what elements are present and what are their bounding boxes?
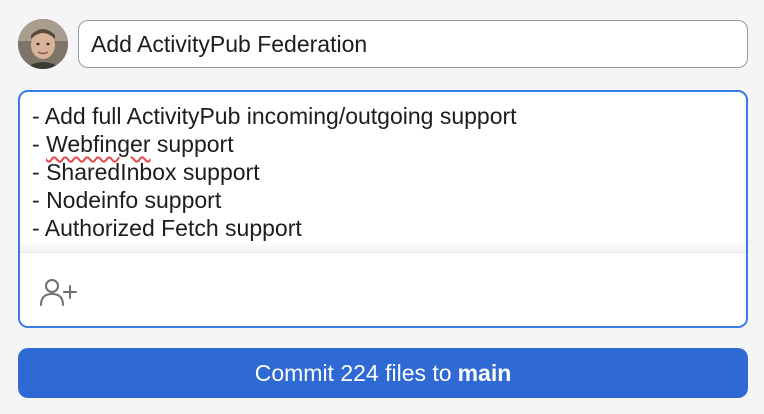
commit-panel: Add ActivityPub Federation - Add full Ac… <box>0 0 764 414</box>
description-line: - SharedInbox support <box>32 159 260 185</box>
spellcheck-word: Webfinger <box>46 131 151 157</box>
commit-description-field[interactable]: - Add full ActivityPub incoming/outgoing… <box>18 90 748 328</box>
summary-row: Add ActivityPub Federation <box>18 18 748 70</box>
commit-button-label: Commit 224 files to <box>254 359 452 386</box>
add-coauthor-icon <box>40 279 77 306</box>
description-toolbar <box>20 252 746 326</box>
description-line: - Webfinger support <box>32 131 234 157</box>
add-coauthor-button[interactable] <box>36 275 80 309</box>
description-line: - Authorized Fetch support <box>32 215 302 241</box>
commit-button[interactable]: Commit 224 files to main <box>18 348 748 398</box>
commit-summary-input[interactable]: Add ActivityPub Federation <box>78 20 748 68</box>
description-line: - Nodeinfo support <box>32 187 222 213</box>
user-avatar-icon <box>18 19 68 69</box>
avatar <box>18 19 68 69</box>
scroll-shadow <box>20 242 746 252</box>
description-line: - Add full ActivityPub incoming/outgoing… <box>32 103 517 129</box>
branch-name: main <box>457 359 512 386</box>
commit-description-text[interactable]: - Add full ActivityPub incoming/outgoing… <box>32 102 736 252</box>
